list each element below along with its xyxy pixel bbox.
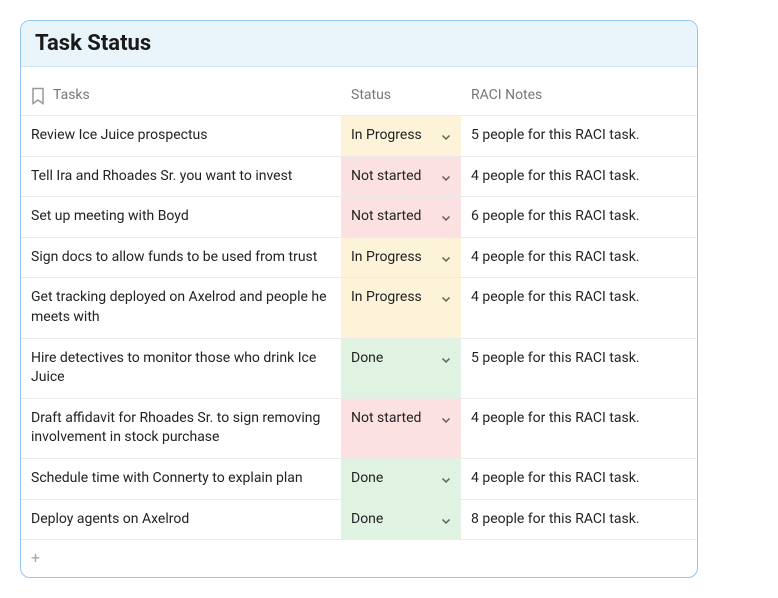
task-text: Tell Ira and Rhoades Sr. you want to inv… <box>31 168 292 184</box>
column-header-status[interactable]: Status <box>341 67 461 116</box>
raci-cell[interactable]: 8 people for this RACI task. <box>461 499 697 539</box>
task-text: Set up meeting with Boyd <box>31 208 189 224</box>
raci-cell[interactable]: 4 people for this RACI task. <box>461 156 697 197</box>
chevron-down-icon <box>441 513 451 533</box>
table-row: Schedule time with Connerty to explain p… <box>21 458 697 499</box>
chevron-down-icon <box>441 291 451 311</box>
task-text: Sign docs to allow funds to be used from… <box>31 249 317 265</box>
status-cell[interactable]: Not started <box>341 197 461 238</box>
status-cell[interactable]: Done <box>341 499 461 539</box>
table-row: Set up meeting with Boyd Not started 6 peo… <box>21 197 697 238</box>
column-header-raci[interactable]: RACI Notes <box>461 67 697 116</box>
raci-text: 4 people for this RACI task. <box>471 289 640 305</box>
raci-text: 4 people for this RACI task. <box>471 410 640 426</box>
status-cell[interactable]: Not started <box>341 156 461 197</box>
raci-cell[interactable]: 4 people for this RACI task. <box>461 458 697 499</box>
raci-text: 5 people for this RACI task. <box>471 127 640 143</box>
raci-cell[interactable]: 4 people for this RACI task. <box>461 398 697 458</box>
chevron-down-icon <box>441 210 451 230</box>
task-cell[interactable]: Set up meeting with Boyd <box>21 197 341 238</box>
table-row: Sign docs to allow funds to be used from… <box>21 237 697 278</box>
status-cell[interactable]: In Progress <box>341 116 461 157</box>
widget-header: Task Status <box>21 21 697 67</box>
raci-text: 4 people for this RACI task. <box>471 470 640 486</box>
plus-icon: + <box>31 550 40 566</box>
task-cell[interactable]: Sign docs to allow funds to be used from… <box>21 237 341 278</box>
task-cell[interactable]: Tell Ira and Rhoades Sr. you want to inv… <box>21 156 341 197</box>
status-label: Done <box>351 469 451 489</box>
task-text: Hire detectives to monitor those who dri… <box>31 350 316 386</box>
chevron-down-icon <box>441 472 451 492</box>
status-label: Not started <box>351 167 451 187</box>
column-header-raci-label: RACI Notes <box>471 87 542 103</box>
task-cell[interactable]: Get tracking deployed on Axelrod and peo… <box>21 278 341 338</box>
raci-text: 5 people for this RACI task. <box>471 350 640 366</box>
task-cell[interactable]: Review Ice Juice prospectus <box>21 116 341 157</box>
add-row-button[interactable]: + <box>21 539 697 577</box>
raci-text: 4 people for this RACI task. <box>471 249 640 265</box>
status-cell[interactable]: Not started <box>341 398 461 458</box>
task-text: Review Ice Juice prospectus <box>31 127 207 143</box>
task-text: Deploy agents on Axelrod <box>31 511 189 527</box>
status-label: In Progress <box>351 248 451 268</box>
chevron-down-icon <box>441 352 451 372</box>
task-cell[interactable]: Hire detectives to monitor those who dri… <box>21 338 341 398</box>
table-row: Draft affidavit for Rhoades Sr. to sign … <box>21 398 697 458</box>
column-header-status-label: Status <box>351 87 391 103</box>
table-row: Review Ice Juice prospectus In Progress 5 … <box>21 116 697 157</box>
table-header-row: Tasks Status RACI Notes <box>21 67 697 116</box>
status-label: In Progress <box>351 288 451 308</box>
raci-cell[interactable]: 5 people for this RACI task. <box>461 338 697 398</box>
task-text: Get tracking deployed on Axelrod and peo… <box>31 289 327 325</box>
task-cell[interactable]: Schedule time with Connerty to explain p… <box>21 458 341 499</box>
task-text: Draft affidavit for Rhoades Sr. to sign … <box>31 410 320 446</box>
status-label: Done <box>351 510 451 530</box>
status-label: Done <box>351 349 451 369</box>
chevron-down-icon <box>441 412 451 432</box>
raci-text: 4 people for this RACI task. <box>471 168 640 184</box>
status-cell[interactable]: Done <box>341 458 461 499</box>
task-status-widget: Task Status Tasks Status <box>20 20 698 578</box>
widget-title: Task Status <box>35 31 683 56</box>
status-cell[interactable]: Done <box>341 338 461 398</box>
status-cell[interactable]: In Progress <box>341 278 461 338</box>
bookmark-icon <box>31 87 45 103</box>
column-header-tasks-label: Tasks <box>53 87 90 103</box>
table-row: Deploy agents on Axelrod Done 8 people for… <box>21 499 697 539</box>
task-cell[interactable]: Draft affidavit for Rhoades Sr. to sign … <box>21 398 341 458</box>
chevron-down-icon <box>441 170 451 190</box>
table-row: Tell Ira and Rhoades Sr. you want to inv… <box>21 156 697 197</box>
task-cell[interactable]: Deploy agents on Axelrod <box>21 499 341 539</box>
chevron-down-icon <box>441 251 451 271</box>
table-row: Hire detectives to monitor those who dri… <box>21 338 697 398</box>
raci-text: 8 people for this RACI task. <box>471 511 640 527</box>
task-text: Schedule time with Connerty to explain p… <box>31 470 303 486</box>
status-label: Not started <box>351 207 451 227</box>
column-header-tasks[interactable]: Tasks <box>21 67 341 116</box>
chevron-down-icon <box>441 129 451 149</box>
status-label: Not started <box>351 409 451 429</box>
status-cell[interactable]: In Progress <box>341 237 461 278</box>
raci-cell[interactable]: 5 people for this RACI task. <box>461 116 697 157</box>
raci-cell[interactable]: 6 people for this RACI task. <box>461 197 697 238</box>
raci-text: 6 people for this RACI task. <box>471 208 640 224</box>
raci-cell[interactable]: 4 people for this RACI task. <box>461 237 697 278</box>
status-label: In Progress <box>351 126 451 146</box>
table-row: Get tracking deployed on Axelrod and peo… <box>21 278 697 338</box>
task-table: Tasks Status RACI Notes Review Ice Juice… <box>21 67 697 539</box>
raci-cell[interactable]: 4 people for this RACI task. <box>461 278 697 338</box>
